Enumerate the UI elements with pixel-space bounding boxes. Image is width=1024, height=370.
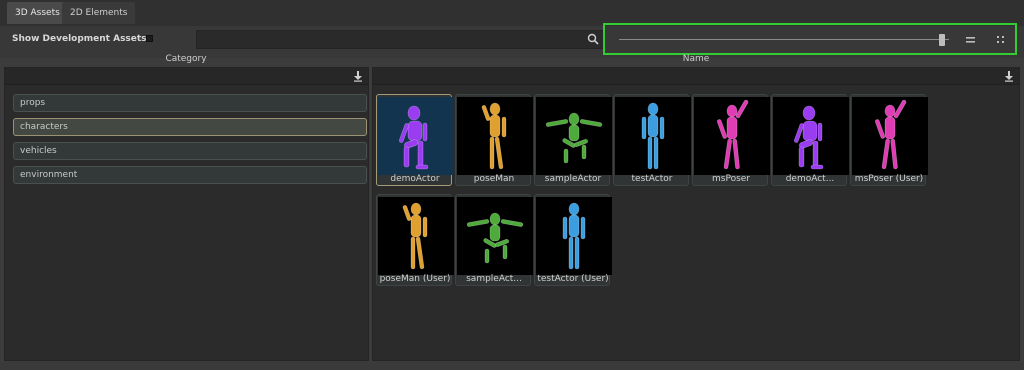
asset-tile[interactable]: demoActor bbox=[376, 94, 454, 186]
name-sort-bar bbox=[373, 68, 1019, 85]
asset-label: msPoser (User) bbox=[854, 174, 924, 184]
category-panel: props characters vehicles environment bbox=[4, 67, 369, 361]
asset-thumbnail bbox=[615, 97, 691, 175]
thumbnail-size-slider[interactable] bbox=[619, 39, 949, 40]
category-sort-bar bbox=[5, 68, 368, 85]
asset-label: poseMan bbox=[473, 174, 515, 184]
category-item-props[interactable]: props bbox=[13, 94, 367, 112]
asset-thumbnail bbox=[536, 97, 612, 175]
search-input[interactable] bbox=[196, 30, 605, 49]
search-icon[interactable] bbox=[587, 33, 599, 45]
grid-view-icon[interactable] bbox=[995, 34, 1007, 46]
asset-tile[interactable]: poseMan (User) bbox=[376, 194, 454, 286]
asset-thumbnail bbox=[773, 97, 849, 175]
asset-label: msPoser bbox=[712, 174, 750, 184]
asset-panel: demoActor poseMan sampleActor testActor … bbox=[372, 67, 1020, 361]
asset-thumbnail bbox=[457, 97, 533, 175]
name-header[interactable]: Name bbox=[372, 53, 1020, 67]
asset-thumbnail bbox=[536, 197, 612, 275]
slider-handle[interactable] bbox=[939, 34, 946, 46]
asset-tile[interactable]: msPoser (User) bbox=[850, 94, 928, 186]
asset-label: testActor (User) bbox=[537, 274, 609, 284]
asset-tile[interactable]: testActor bbox=[613, 94, 691, 186]
asset-tile[interactable]: msPoser bbox=[692, 94, 770, 186]
asset-label: demoActor bbox=[390, 174, 440, 184]
asset-tile[interactable]: sampleActor bbox=[534, 94, 612, 186]
tab-3d-assets[interactable]: 3D Assets bbox=[7, 2, 68, 24]
list-view-icon[interactable] bbox=[965, 35, 977, 45]
category-item-characters[interactable]: characters bbox=[13, 118, 367, 136]
asset-thumbnail bbox=[852, 97, 928, 175]
category-header[interactable]: Category bbox=[4, 53, 368, 67]
tab-2d-elements[interactable]: 2D Elements bbox=[62, 2, 136, 24]
asset-tile[interactable]: poseMan bbox=[455, 94, 533, 186]
asset-thumbnail bbox=[694, 97, 770, 175]
bottom-column-bar bbox=[0, 362, 1024, 370]
category-item-vehicles[interactable]: vehicles bbox=[13, 142, 367, 160]
sort-down-icon[interactable] bbox=[1003, 70, 1015, 82]
asset-label: sampleActor bbox=[544, 174, 602, 184]
category-item-environment[interactable]: environment bbox=[13, 166, 367, 184]
thumbnail-size-control bbox=[603, 23, 1017, 55]
show-dev-assets-checkbox[interactable] bbox=[146, 35, 153, 42]
asset-label: testActor bbox=[631, 174, 673, 184]
asset-label: poseMan (User) bbox=[379, 274, 451, 284]
asset-thumbnail bbox=[378, 197, 454, 275]
sort-down-icon[interactable] bbox=[352, 70, 364, 82]
asset-tile[interactable]: testActor (User) bbox=[534, 194, 612, 286]
asset-thumbnail bbox=[457, 197, 533, 275]
asset-label: sampleAct... bbox=[466, 274, 522, 284]
asset-tile[interactable]: demoAct... bbox=[771, 94, 849, 186]
asset-tile[interactable]: sampleAct... bbox=[455, 194, 533, 286]
asset-label: demoAct... bbox=[785, 174, 835, 184]
asset-thumbnail bbox=[378, 97, 454, 175]
show-dev-assets-label: Show Development Assets bbox=[12, 34, 147, 44]
